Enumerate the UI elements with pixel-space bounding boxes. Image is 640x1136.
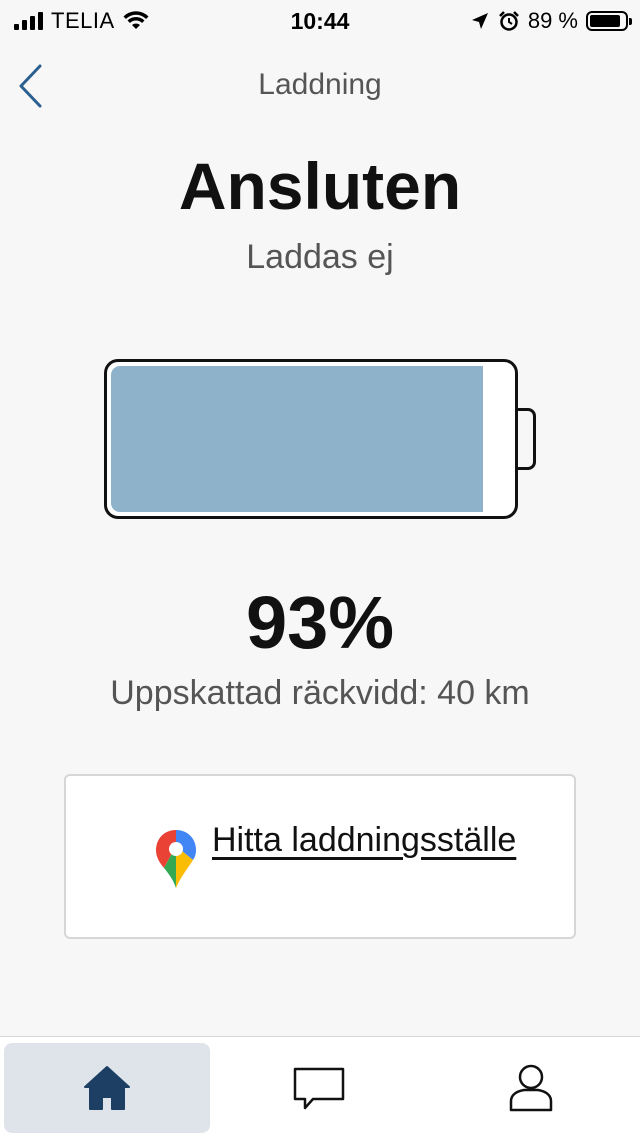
location-arrow-icon <box>471 13 488 29</box>
user-icon <box>509 1064 553 1112</box>
estimated-range: Uppskattad räckvidd: 40 km <box>110 674 530 712</box>
battery-cap <box>518 408 536 470</box>
tab-home[interactable] <box>4 1043 210 1133</box>
alarm-icon <box>498 11 519 31</box>
google-maps-pin-icon <box>156 830 196 888</box>
connection-status: Ansluten <box>178 149 462 223</box>
tab-profile[interactable] <box>428 1043 634 1133</box>
tab-bar <box>0 1036 640 1136</box>
find-charging-station-link[interactable]: Hitta laddningsställe <box>212 814 562 866</box>
chat-icon <box>293 1067 345 1110</box>
charging-status: Laddas ej <box>246 238 394 276</box>
battery-level-fill <box>111 366 483 512</box>
status-bar-right: 89 % <box>470 8 632 34</box>
battery-icon-fill <box>590 15 621 27</box>
battery-gauge <box>104 359 536 519</box>
tab-messages[interactable] <box>216 1043 422 1133</box>
status-bar: TELIA 10:44 89 % <box>0 0 640 40</box>
battery-icon <box>586 11 632 31</box>
charging-screen: TELIA 10:44 89 % Laddning Ansluten Ladda… <box>0 0 640 1136</box>
battery-percent-label: 89 % <box>527 8 578 33</box>
battery-percent: 93% <box>245 581 395 664</box>
page-title: Laddning <box>258 68 382 101</box>
home-icon <box>84 1066 130 1110</box>
find-charging-station-card[interactable]: Hitta laddningsställe <box>64 774 576 939</box>
